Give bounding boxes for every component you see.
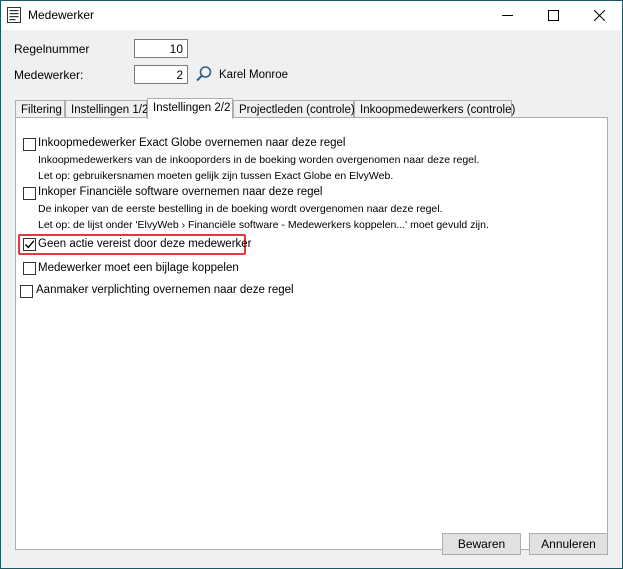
medewerker-label: Medewerker: (14, 68, 84, 82)
minimize-icon (501, 15, 513, 16)
button-label: Annuleren (541, 537, 596, 551)
button-label: Bewaren (457, 537, 506, 551)
tab-label: Instellingen 1/2 (71, 104, 149, 116)
title-bar[interactable]: Medewerker (1, 1, 622, 30)
tab-label: Projectleden (controle) (239, 104, 355, 116)
option-label: Geen actie vereist door deze medewerker (38, 238, 252, 250)
maximize-icon (547, 10, 559, 21)
tab-instellingen-1[interactable]: Instellingen 1/2 (65, 100, 149, 118)
search-icon[interactable] (195, 65, 213, 83)
checkmark-icon (24, 240, 35, 249)
option-label: Aanmaker verplichting overnemen naar dez… (36, 284, 294, 296)
tab-label: Inkoopmedewerkers (controle) (360, 104, 516, 116)
option-description: Inkoopmedewerkers van de inkooporders in… (38, 154, 480, 166)
checkbox-inkoopmedewerker-exact[interactable] (23, 138, 36, 151)
option-note: Let op: gebruikersnamen moeten gelijk zi… (38, 170, 394, 182)
option-description: De inkoper van de eerste bestelling in d… (38, 203, 443, 215)
tab-label: Instellingen 2/2 (153, 102, 231, 114)
tab-inkoopmedewerkers[interactable]: Inkoopmedewerkers (controle) (354, 100, 516, 118)
save-button[interactable]: Bewaren (442, 533, 521, 555)
dialog-body: Regelnummer 10 Medewerker: 2 Karel Monro… (1, 30, 622, 568)
checkbox-inkoper-financiele[interactable] (23, 187, 36, 200)
regelnummer-label: Regelnummer (14, 42, 90, 56)
tab-panel-instellingen-2: Inkoopmedewerker Exact Globe overnemen n… (15, 117, 608, 550)
tab-projectleden[interactable]: Projectleden (controle) (233, 100, 355, 118)
app-form-icon (7, 7, 21, 23)
option-note: Let op: de lijst onder 'ElvyWeb › Financ… (38, 219, 489, 231)
medewerker-window: Medewerker Regelnummer 10 Medewerker: 2 … (0, 0, 623, 569)
close-icon (593, 10, 605, 21)
cancel-button[interactable]: Annuleren (529, 533, 608, 555)
checkbox-geen-actie[interactable] (23, 238, 36, 251)
tab-instellingen-2[interactable]: Instellingen 2/2 (147, 98, 233, 119)
checkbox-aanmaker-verplichting[interactable] (20, 285, 33, 298)
option-label: Inkoper Financiële software overnemen na… (38, 186, 323, 198)
medewerker-name: Karel Monroe (219, 69, 289, 81)
tab-label: Filtering (21, 104, 62, 116)
close-button[interactable] (576, 1, 622, 30)
option-label: Inkoopmedewerker Exact Globe overnemen n… (38, 137, 346, 149)
maximize-button[interactable] (530, 1, 576, 30)
window-title: Medewerker (28, 8, 95, 22)
regelnummer-field[interactable]: 10 (134, 39, 188, 58)
tab-filtering[interactable]: Filtering (15, 100, 65, 118)
checkbox-bijlage-koppelen[interactable] (23, 262, 36, 275)
medewerker-field[interactable]: 2 (134, 65, 188, 84)
minimize-button[interactable] (484, 1, 530, 30)
option-label: Medewerker moet een bijlage koppelen (38, 262, 239, 274)
